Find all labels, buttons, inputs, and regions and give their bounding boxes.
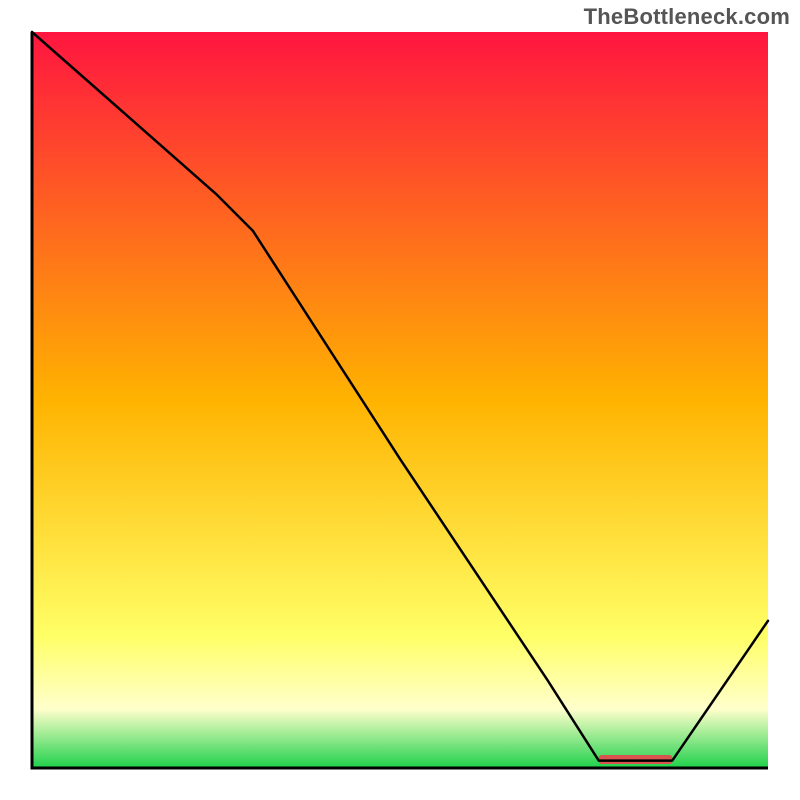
bottleneck-chart	[30, 30, 770, 770]
chart-area	[30, 30, 770, 770]
chart-wrapper: TheBottleneck.com	[0, 0, 800, 800]
attribution-link[interactable]: TheBottleneck.com	[584, 4, 790, 30]
gradient-background	[32, 32, 768, 768]
